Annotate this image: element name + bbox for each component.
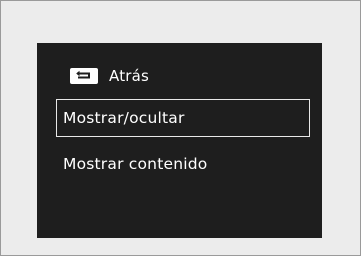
back-arrow-icon	[69, 67, 99, 85]
back-label: Atrás	[109, 67, 150, 85]
menu-item-label: Mostrar/ocultar	[63, 109, 185, 127]
figure-frame: Atrás Mostrar/ocultar Mostrar contenido	[0, 0, 361, 256]
menu-item-label: Mostrar contenido	[63, 155, 208, 173]
display-screen: Atrás Mostrar/ocultar Mostrar contenido	[37, 43, 322, 238]
menu-item-show-hide[interactable]: Mostrar/ocultar	[56, 99, 310, 137]
back-button[interactable]: Atrás	[69, 66, 149, 86]
menu-item-show-content[interactable]: Mostrar contenido	[63, 154, 207, 174]
